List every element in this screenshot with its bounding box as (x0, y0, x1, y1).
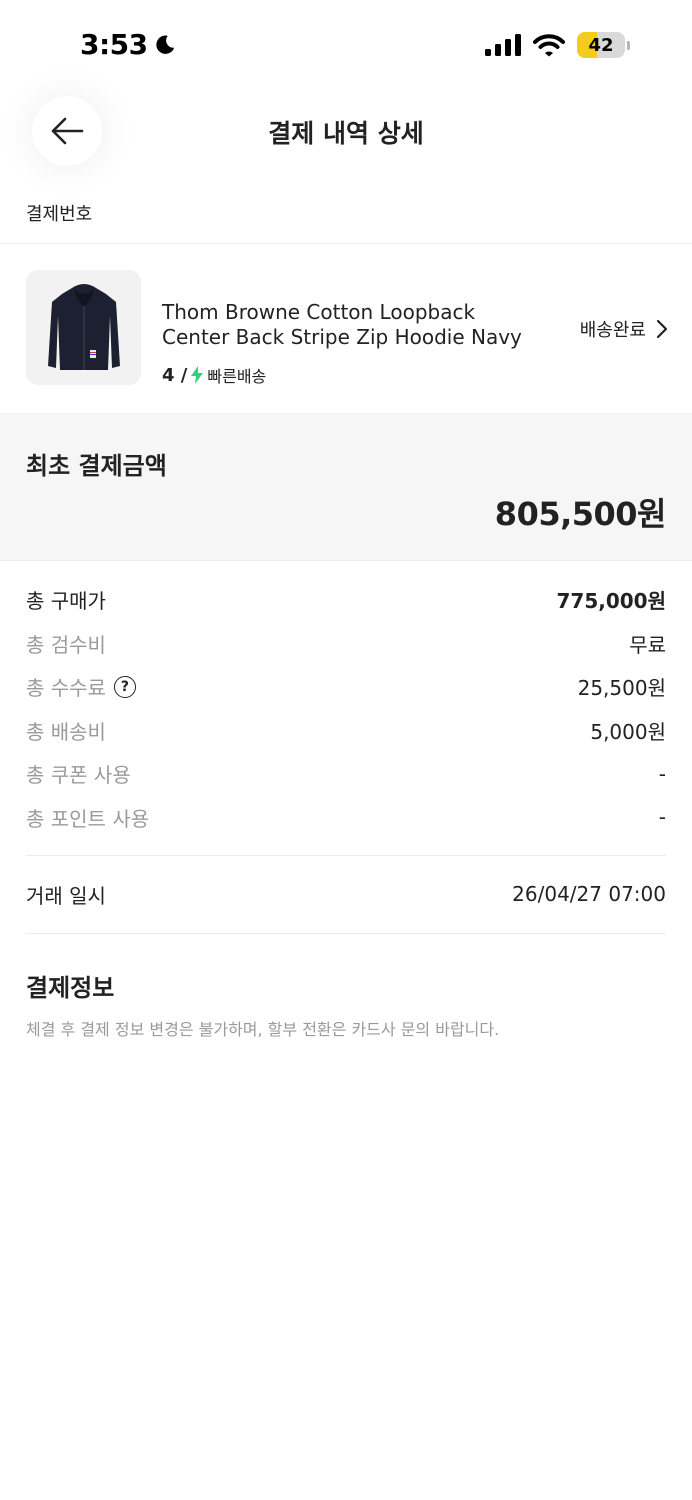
status-time: 3:53 (80, 28, 176, 61)
status-bar: 3:53 42 (0, 0, 692, 92)
detail-value: - (658, 805, 666, 830)
detail-label: 총 구매가 (26, 589, 106, 614)
moon-icon (156, 35, 174, 54)
chevron-right-icon (656, 319, 668, 339)
battery-body: 42 (577, 32, 625, 58)
detail-row-inspection-fee: 총 검수비 무료 (26, 622, 666, 666)
detail-value: 5,000원 (590, 719, 666, 744)
trade-datetime-value: 26/04/27 07:00 (512, 882, 666, 906)
product-image (26, 270, 141, 385)
detail-label: 총 배송비 (26, 719, 106, 744)
detail-row-shipping-fee: 총 배송비 5,000원 (26, 709, 666, 753)
status-time-text: 3:53 (80, 28, 148, 61)
detail-value: 25,500원 (577, 676, 666, 701)
initial-payment-amount: 805,500원 (494, 495, 667, 533)
trade-datetime-label: 거래 일시 (26, 883, 106, 908)
detail-value: - (658, 761, 666, 786)
lightning-icon (191, 366, 204, 384)
delivery-status-text: 배송완료 (579, 320, 646, 341)
payment-info-title: 결제정보 (26, 974, 115, 1002)
detail-label: 총 포인트 사용 (26, 806, 150, 831)
battery-cap (627, 40, 630, 50)
initial-payment-label: 최초 결제금액 (26, 452, 167, 480)
product-name: Thom Browne Cotton Loopback Center Back … (162, 300, 522, 349)
divider (26, 933, 666, 934)
detail-row-commission: 총 수수료 ? 25,500원 (26, 665, 666, 709)
detail-label: 총 검수비 (26, 632, 106, 657)
initial-payment-section: 최초 결제금액 805,500원 (0, 413, 692, 561)
page-title: 결제 내역 상세 (268, 119, 424, 148)
detail-row-points: 총 포인트 사용 - (26, 796, 666, 840)
battery-icon: 42 (577, 32, 630, 58)
detail-label: 총 쿠폰 사용 (26, 763, 131, 788)
payment-info-description: 체결 후 결제 정보 변경은 불가하며, 할부 전환은 카드사 문의 바랍니다. (26, 1020, 500, 1039)
trade-datetime-row: 거래 일시 26/04/27 07:00 (26, 872, 666, 916)
status-icons: 42 (485, 32, 630, 58)
product-size: 4 / (162, 364, 188, 386)
order-number-label: 결제번호 (26, 204, 93, 225)
hoodie-image (47, 283, 120, 370)
cellular-signal-icon (485, 34, 521, 56)
detail-value: 무료 (629, 632, 666, 657)
product-option: 4 / 빠른배송 (162, 363, 266, 387)
divider (26, 855, 666, 856)
detail-label-with-help: 총 수수료 ? (26, 672, 136, 701)
help-icon[interactable]: ? (113, 675, 136, 698)
header: 결제 내역 상세 (0, 92, 692, 172)
detail-row-coupon: 총 쿠폰 사용 - (26, 752, 666, 796)
product-row[interactable]: Thom Browne Cotton Loopback Center Back … (0, 244, 692, 412)
battery-level: 42 (588, 34, 614, 56)
delivery-status-link[interactable]: 배송완료 (580, 316, 668, 342)
payment-detail-list: 총 구매가 775,000원 총 검수비 무료 총 수수료 ? 25,500원 … (26, 578, 666, 839)
detail-label: 총 수수료 (26, 676, 106, 701)
detail-value: 775,000원 (556, 589, 667, 614)
wifi-icon (533, 34, 565, 57)
detail-row-purchase-price: 총 구매가 775,000원 (26, 578, 666, 622)
delivery-type: 빠른배송 (207, 367, 267, 386)
